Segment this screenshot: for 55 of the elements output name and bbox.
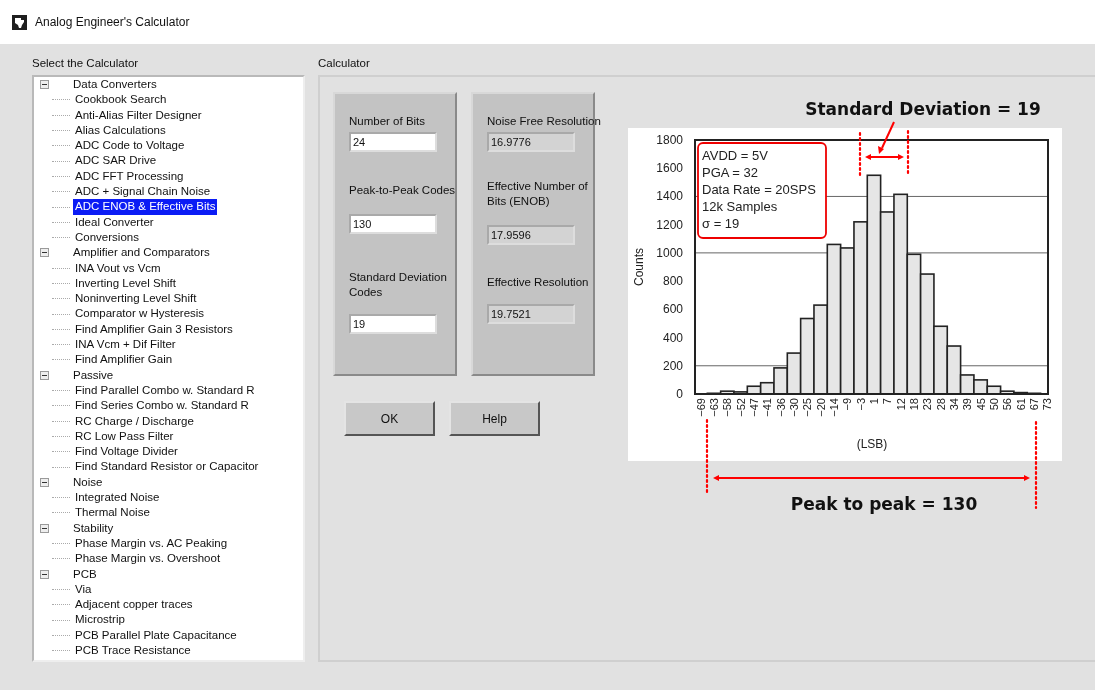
axis-tick-label: 28 [934, 398, 947, 411]
axis-tick-label: 1800 [656, 133, 683, 147]
section-label: Calculator [318, 57, 370, 69]
legend-text: 12k Samples [702, 199, 778, 214]
axis-tick-label: 50 [987, 398, 1000, 411]
axis-title: Counts [632, 248, 646, 286]
axis-tick-label: 1600 [656, 161, 683, 176]
axis-tick-label: 7 [881, 398, 894, 405]
axis-tick-label: −47 [748, 398, 760, 417]
axis-tick-label: −36 [774, 398, 787, 417]
axis-tick-label: −69 [694, 398, 707, 417]
axis-tick-label: 73 [1041, 398, 1054, 411]
axis-tick-label: 200 [662, 358, 683, 373]
axis-tick-label: −58 [721, 398, 734, 417]
window-title: Analog Engineer's Calculator [35, 14, 190, 31]
axis-tick-label: 1000 [656, 245, 683, 260]
legend-text: AVDD = 5V [702, 148, 768, 163]
field-label: Effective Resolution [487, 275, 590, 290]
field-label: Effective Number of Bits (ENOB) [487, 179, 589, 209]
axis-tick-label: 45 [974, 398, 987, 411]
annotation-label: Peak to peak = 130 [790, 494, 978, 514]
axis-tick-label: 12 [894, 398, 907, 411]
axis-tick-label: 61 [1014, 398, 1027, 411]
axis-tick-label: 0 [676, 387, 683, 401]
section-label: Select the Calculator [32, 57, 139, 69]
axis-tick-label: 1200 [656, 217, 683, 232]
legend-text: σ = 19 [702, 216, 740, 231]
axis-tick-label: −41 [761, 398, 774, 417]
axis-tick-label: −52 [734, 398, 747, 417]
axis-tick-label: 800 [662, 274, 683, 289]
axis-tick-label: −63 [708, 398, 720, 417]
axis-tick-label: −20 [814, 398, 827, 417]
field-label: Standard Deviation Codes [349, 270, 448, 300]
axis-tick-label: 400 [662, 330, 683, 345]
axis-tick-label: 1400 [656, 189, 683, 204]
axis-tick-label: 34 [947, 398, 960, 411]
axis-tick-label: 56 [1001, 398, 1014, 411]
axis-tick-label: −30 [787, 398, 800, 417]
axis-tick-label: 67 [1027, 398, 1040, 411]
legend-text: PGA = 32 [702, 165, 758, 180]
annotation-label: Standard Deviation = 19 [805, 99, 1041, 119]
axis-tick-label: −14 [827, 398, 840, 417]
legend-text: Data Rate = 20SPS [702, 182, 816, 197]
axis-tick-label: 23 [921, 398, 934, 411]
axis-tick-label: 39 [961, 398, 974, 411]
axis-tick-label: 1 [867, 398, 880, 405]
axis-tick-label: −3 [854, 398, 867, 411]
axis-tick-label: −25 [801, 398, 814, 417]
field-label: Peak-to-Peak Codes [349, 183, 457, 198]
field-label: Noise Free Resolution [487, 114, 602, 129]
axis-tick-label: 18 [907, 398, 920, 411]
axis-tick-label: −9 [841, 398, 854, 411]
axis-tick-label: 600 [662, 302, 683, 317]
field-label: Number of Bits [349, 114, 427, 129]
axis-title: (LSB) [856, 437, 888, 451]
